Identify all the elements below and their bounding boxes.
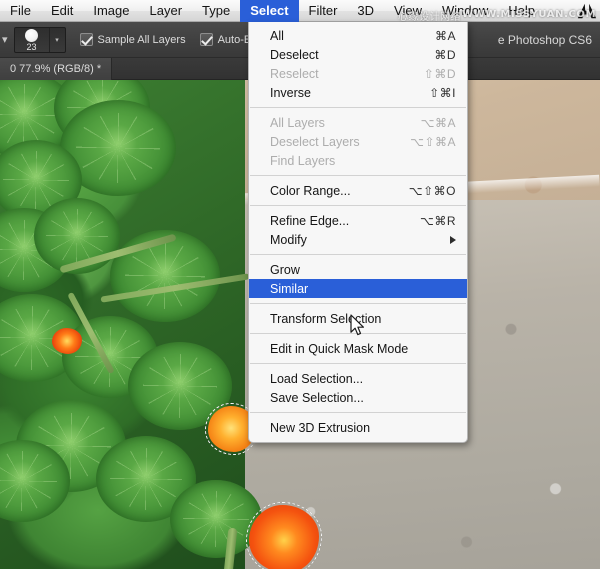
tool-preset-caret-icon[interactable]: ▾ bbox=[2, 33, 8, 46]
menu-separator bbox=[250, 333, 466, 334]
menu-item-label: Find Layers bbox=[270, 153, 336, 168]
menu-separator bbox=[250, 107, 466, 108]
menubar-item-3d[interactable]: 3D bbox=[347, 0, 384, 22]
menu-item-label: Grow bbox=[270, 262, 300, 277]
select-menu-dropdown[interactable]: All ⌘A Deselect ⌘D Reselect ⇧⌘D Inverse … bbox=[248, 22, 468, 443]
sample-all-layers-label: Sample All Layers bbox=[97, 33, 186, 46]
menubar-item-filter[interactable]: Filter bbox=[299, 0, 348, 22]
menu-item-find-layers: Find Layers bbox=[249, 151, 467, 170]
menubar-item-layer[interactable]: Layer bbox=[140, 0, 193, 22]
brush-preview: 23 bbox=[15, 28, 49, 52]
menu-item-label: Color Range... bbox=[270, 183, 351, 198]
menu-item-save-selection[interactable]: Save Selection... bbox=[249, 388, 467, 407]
menu-item-label: Reselect bbox=[270, 66, 319, 81]
menu-item-label: Transform Selection bbox=[270, 311, 382, 326]
menubar-item-file[interactable]: File bbox=[0, 0, 41, 22]
menubar-item-help[interactable]: Help bbox=[498, 0, 545, 22]
menu-item-label: Deselect Layers bbox=[270, 134, 360, 149]
menu-item-shortcut: ⇧⌘I bbox=[429, 85, 456, 100]
menu-item-grow[interactable]: Grow bbox=[249, 260, 467, 279]
menu-item-modify[interactable]: Modify bbox=[249, 230, 467, 249]
sample-all-layers-checkbox[interactable]: Sample All Layers bbox=[79, 33, 186, 46]
menu-separator bbox=[250, 363, 466, 364]
leaf bbox=[110, 230, 220, 322]
menu-item-transform-selection[interactable]: Transform Selection bbox=[249, 309, 467, 328]
menu-separator bbox=[250, 205, 466, 206]
menu-separator bbox=[250, 254, 466, 255]
menubar-item-image[interactable]: Image bbox=[83, 0, 139, 22]
photoshop-window: ▾ 23 ▾ Sample All Layers Auto-Enhance e … bbox=[0, 0, 600, 569]
menu-item-label: Similar bbox=[270, 281, 309, 296]
menu-separator bbox=[250, 175, 466, 176]
red-flower-small bbox=[52, 328, 82, 354]
menu-item-label: Refine Edge... bbox=[270, 213, 350, 228]
menu-item-shortcut: ⌘A bbox=[434, 28, 456, 43]
menu-item-color-range[interactable]: Color Range... ⌥⇧⌘O bbox=[249, 181, 467, 200]
menu-item-shortcut: ⌥⇧⌘O bbox=[408, 183, 456, 198]
adobe-logo-icon bbox=[577, 3, 597, 18]
menubar-item-edit[interactable]: Edit bbox=[41, 0, 83, 22]
brush-tip-icon bbox=[25, 28, 39, 42]
menu-item-shortcut: ⌥⇧⌘A bbox=[410, 134, 456, 149]
menu-item-new-3d-extrusion[interactable]: New 3D Extrusion bbox=[249, 418, 467, 437]
menu-separator bbox=[250, 303, 466, 304]
menu-item-shortcut: ⇧⌘D bbox=[423, 66, 456, 81]
menu-bar: File Edit Image Layer Type Select Filter… bbox=[0, 0, 600, 22]
menu-item-all-layers: All Layers ⌥⌘A bbox=[249, 113, 467, 132]
menu-item-label: Deselect bbox=[270, 47, 319, 62]
leaf bbox=[170, 480, 262, 558]
menu-item-deselect-layers: Deselect Layers ⌥⇧⌘A bbox=[249, 132, 467, 151]
menu-separator bbox=[250, 412, 466, 413]
menu-item-inverse[interactable]: Inverse ⇧⌘I bbox=[249, 83, 467, 102]
menu-item-label: All bbox=[270, 28, 284, 43]
menu-item-shortcut: ⌘D bbox=[434, 47, 456, 62]
menubar-item-window[interactable]: Window bbox=[432, 0, 498, 22]
menu-item-load-selection[interactable]: Load Selection... bbox=[249, 369, 467, 388]
menu-item-deselect[interactable]: Deselect ⌘D bbox=[249, 45, 467, 64]
document-tab[interactable]: 0 77.9% (RGB/8) * bbox=[0, 57, 113, 80]
menubar-item-select[interactable]: Select bbox=[240, 0, 299, 22]
menu-item-label: Load Selection... bbox=[270, 371, 364, 386]
menu-item-label: Edit in Quick Mask Mode bbox=[270, 341, 409, 356]
menu-item-shortcut: ⌥⌘A bbox=[420, 115, 456, 130]
brush-dropdown-caret-icon[interactable]: ▾ bbox=[48, 27, 65, 52]
menubar-item-view[interactable]: View bbox=[384, 0, 432, 22]
menu-item-similar[interactable]: Similar bbox=[249, 279, 467, 298]
menu-item-label: New 3D Extrusion bbox=[270, 420, 371, 435]
brush-size-picker[interactable]: 23 ▾ bbox=[13, 26, 66, 53]
menu-item-label: Modify bbox=[270, 232, 307, 247]
menu-item-all[interactable]: All ⌘A bbox=[249, 26, 467, 45]
app-title: e Photoshop CS6 bbox=[497, 32, 592, 47]
menu-item-refine-edge[interactable]: Refine Edge... ⌥⌘R bbox=[249, 211, 467, 230]
menu-item-edit-in-quick-mask-mode[interactable]: Edit in Quick Mask Mode bbox=[249, 339, 467, 358]
menu-item-shortcut: ⌥⌘R bbox=[420, 213, 456, 228]
chevron-right-icon bbox=[450, 235, 456, 244]
menu-item-label: Save Selection... bbox=[270, 390, 364, 405]
brush-size-value: 23 bbox=[26, 41, 37, 52]
checkmark-icon[interactable] bbox=[79, 33, 93, 46]
menubar-item-type[interactable]: Type bbox=[192, 0, 240, 22]
checkmark-icon[interactable] bbox=[199, 33, 213, 46]
menu-item-reselect: Reselect ⇧⌘D bbox=[249, 64, 467, 83]
menu-item-label: All Layers bbox=[270, 115, 325, 130]
menu-item-label: Inverse bbox=[270, 85, 311, 100]
orange-flower-lower bbox=[249, 505, 319, 569]
